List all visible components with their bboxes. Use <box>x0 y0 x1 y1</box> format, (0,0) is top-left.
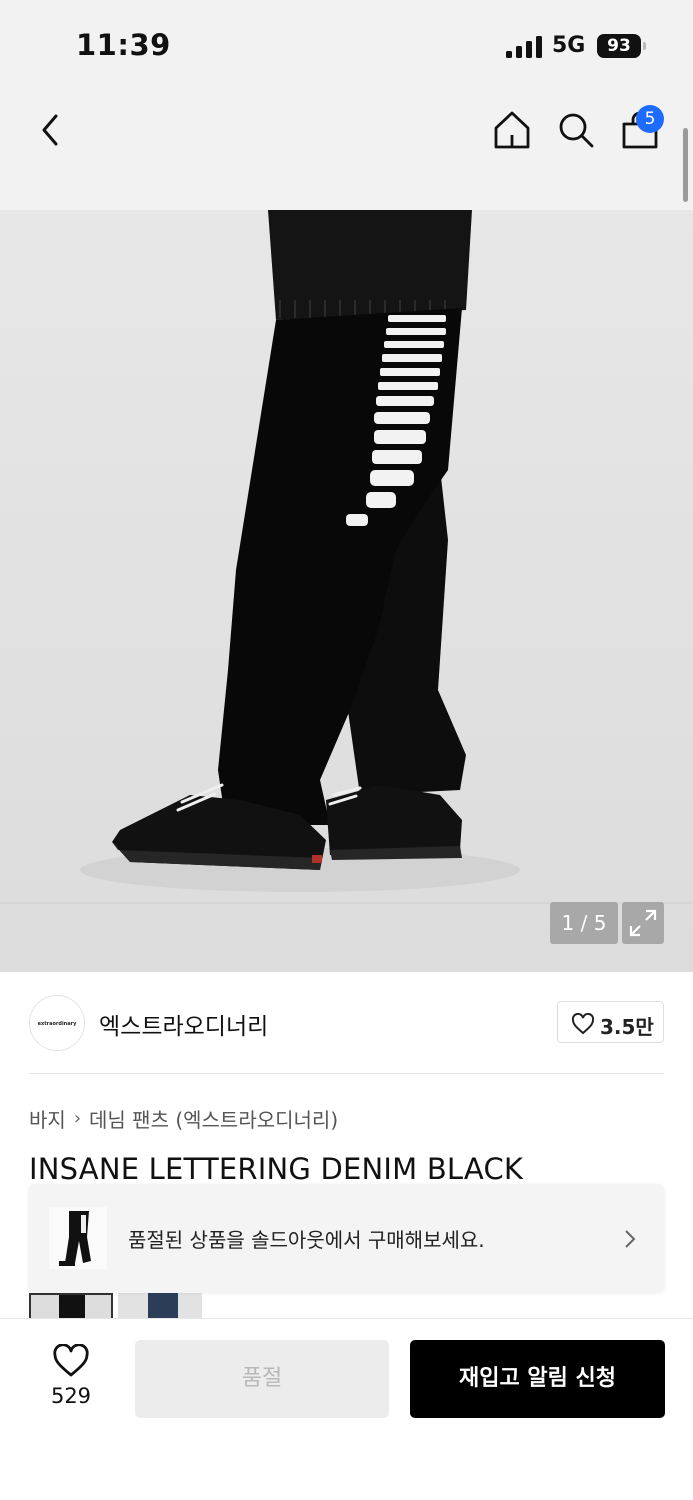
network-label: 5G <box>552 33 586 58</box>
thumbnail-1[interactable] <box>29 1293 113 1319</box>
product-image[interactable] <box>0 210 693 972</box>
brand-logo[interactable]: extraordinary <box>29 995 85 1051</box>
banner-thumbnail <box>49 1207 107 1269</box>
breadcrumb-item[interactable]: 데님 팬츠 (엑스트라오디너리) <box>89 1104 338 1133</box>
back-icon[interactable] <box>34 110 66 150</box>
thumbnail-photo <box>148 1293 178 1319</box>
signal-icon <box>506 36 542 58</box>
expand-button[interactable] <box>622 902 664 944</box>
heart-icon <box>571 1013 595 1035</box>
wishlist-heart-icon[interactable] <box>52 1344 90 1378</box>
image-counter: 1 / 5 <box>550 902 618 944</box>
soldout-banner[interactable]: 품절된 상품을 솔드아웃에서 구매해보세요. <box>29 1184 664 1292</box>
restock-alert-button[interactable]: 재입고 알림 신청 <box>410 1340 665 1418</box>
breadcrumb: 바지 › 데님 팬츠 (엑스트라오디너리) <box>29 1104 338 1133</box>
nav-bar <box>0 90 693 210</box>
battery-tip <box>643 42 646 50</box>
brand-name[interactable]: 엑스트라오디너리 <box>99 1007 268 1041</box>
product-title: INSANE LETTERING DENIM BLACK <box>29 1152 524 1186</box>
thumbnail-2[interactable] <box>118 1293 202 1319</box>
divider <box>29 1073 664 1074</box>
soldout-button: 품절 <box>135 1340 389 1418</box>
brand-like-count: 3.5만 <box>600 1015 654 1039</box>
thumbnail-photo <box>59 1295 85 1319</box>
breadcrumb-item[interactable]: 바지 <box>29 1104 66 1133</box>
status-time: 11:39 <box>76 28 171 62</box>
home-icon[interactable] <box>491 109 533 151</box>
chevron-right-icon: › <box>73 1108 82 1129</box>
brand-like-button[interactable]: 3.5만 <box>557 1001 664 1043</box>
search-icon[interactable] <box>556 110 596 150</box>
wishlist-count: 529 <box>50 1384 92 1408</box>
battery-icon: 93 <box>597 34 641 58</box>
scroll-indicator <box>683 128 688 202</box>
cart-badge: 5 <box>636 105 664 133</box>
chevron-right-icon <box>625 1230 636 1248</box>
banner-product-photo <box>59 1211 91 1266</box>
product-photo <box>0 210 693 904</box>
soldout-banner-text: 품절된 상품을 솔드아웃에서 구매해보세요. <box>128 1228 485 1252</box>
expand-icon <box>629 909 657 937</box>
